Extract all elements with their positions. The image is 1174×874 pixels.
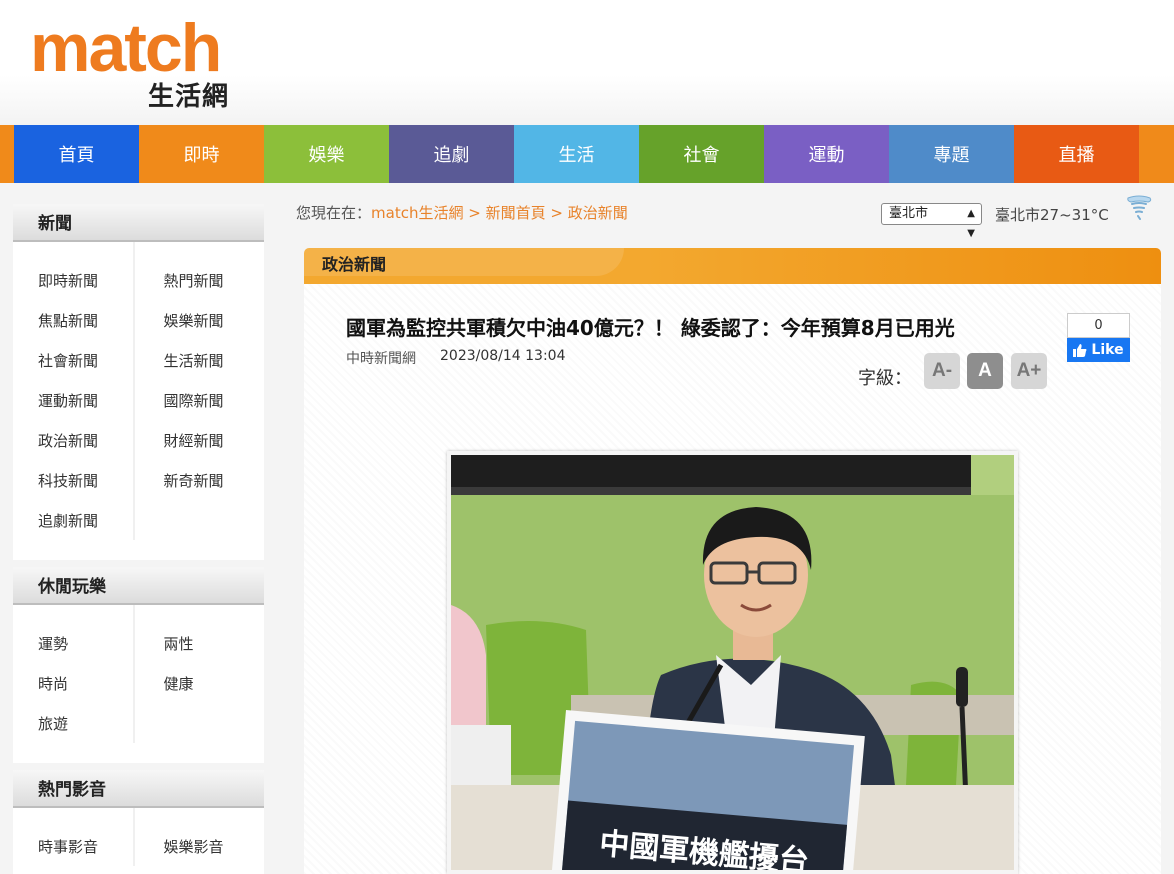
weather-text: 臺北市27~31°C bbox=[995, 206, 1109, 224]
nav-item-3[interactable]: 追劇 bbox=[389, 125, 514, 183]
city-select-value: 臺北市 bbox=[889, 206, 929, 221]
font-larger-button[interactable]: A+ bbox=[1011, 353, 1047, 389]
main-nav: 首頁 即時 娛樂 追劇 生活 社會 運動 專題 直播 bbox=[0, 125, 1174, 183]
font-size-label: 字級： bbox=[858, 368, 912, 389]
nav-item-2[interactable]: 娛樂 bbox=[264, 125, 389, 183]
breadcrumb-separator: > bbox=[463, 204, 486, 222]
article-date: 2023/08/14 13:04 bbox=[440, 348, 566, 364]
sidebar-link-leisure[interactable]: 兩性 bbox=[139, 633, 265, 654]
sidebar-link-leisure[interactable]: 健康 bbox=[139, 673, 265, 694]
nav-right-tail bbox=[1139, 125, 1174, 183]
sidebar-video: 熱門影音 時事影音 娛樂影音 bbox=[13, 770, 264, 874]
breadcrumb-news-home[interactable]: 新聞首頁 bbox=[486, 204, 546, 222]
sidebar-news: 新聞 即時新聞 熱門新聞 焦點新聞 娛樂新聞 社會新聞 生活新聞 運動新聞 國際新聞 政治新聞財… bbox=[13, 204, 264, 560]
site-header: match 生活網 bbox=[0, 0, 1174, 125]
fb-like-label: Like bbox=[1091, 342, 1124, 358]
breadcrumb: 您現在在：match生活網 > 新聞首頁 > 政治新聞 bbox=[296, 202, 628, 223]
sidebar-row: 時事影音 娛樂影音 bbox=[13, 826, 264, 866]
sidebar-video-title: 熱門影音 bbox=[13, 770, 264, 808]
site-logo[interactable]: match 生活網 bbox=[30, 12, 240, 112]
category-bar: 政治新聞 bbox=[304, 248, 1161, 284]
city-select[interactable]: 臺北市 ▲ ▼ bbox=[881, 203, 982, 239]
sidebar-row: 時尚 健康 bbox=[13, 663, 264, 703]
nav-item-1[interactable]: 即時 bbox=[139, 125, 264, 183]
thumbs-up-icon bbox=[1073, 344, 1087, 357]
nav-item-6[interactable]: 運動 bbox=[764, 125, 889, 183]
category-title: 政治新聞 bbox=[322, 255, 387, 274]
sidebar-link-news[interactable]: 社會新聞 bbox=[13, 350, 139, 371]
nav-item-8[interactable]: 直播 bbox=[1014, 125, 1139, 183]
cloud-wind-icon bbox=[1127, 195, 1152, 220]
nav-item-4[interactable]: 生活 bbox=[514, 125, 639, 183]
sidebar-link-news[interactable]: 即時新聞 bbox=[13, 270, 139, 291]
sidebar-link-news[interactable]: 焦點新聞 bbox=[13, 310, 139, 331]
breadcrumb-politics[interactable]: 政治新聞 bbox=[568, 204, 628, 222]
sidebar-link-news[interactable]: 運動新聞 bbox=[13, 390, 139, 411]
nav-item-5[interactable]: 社會 bbox=[639, 125, 764, 183]
sidebar-link-news[interactable]: 財經新聞 bbox=[139, 430, 265, 451]
sidebar-row: 追劇新聞 bbox=[13, 500, 264, 540]
font-normal-button[interactable]: A bbox=[967, 353, 1003, 389]
fb-like-count: 0 bbox=[1067, 313, 1130, 338]
sidebar-row: 旅遊 bbox=[13, 703, 264, 743]
fb-like-button[interactable]: Like bbox=[1067, 338, 1130, 362]
sidebar-leisure-links: 運勢 兩性 時尚 健康 旅遊 bbox=[13, 605, 264, 743]
sidebar-link-video[interactable]: 娛樂影音 bbox=[139, 836, 265, 857]
sidebar-link-news[interactable]: 熱門新聞 bbox=[139, 270, 265, 291]
breadcrumb-home[interactable]: match生活網 bbox=[371, 204, 463, 222]
logo-wordmark: match bbox=[30, 10, 222, 86]
breadcrumb-prefix: 您現在在： bbox=[296, 204, 372, 222]
sidebar-link-news[interactable]: 科技新聞 bbox=[13, 470, 139, 491]
sidebar-link-video[interactable]: 時事影音 bbox=[13, 836, 139, 857]
article-photo-illustration: 中國軍機艦擾台 bbox=[451, 455, 1014, 870]
sidebar-row: 社會新聞 生活新聞 bbox=[13, 340, 264, 380]
sidebar-row: 焦點新聞 娛樂新聞 bbox=[13, 300, 264, 340]
sidebar-row: 科技新聞 新奇新聞 bbox=[13, 460, 264, 500]
nav-item-7[interactable]: 專題 bbox=[889, 125, 1014, 183]
sidebar-link-leisure[interactable]: 運勢 bbox=[13, 633, 139, 654]
article-title: 國軍為監控共軍積欠中油40億元？！ 綠委認了：今年預算8月已用光 bbox=[346, 316, 955, 340]
sidebar-row: 即時新聞 熱門新聞 bbox=[13, 260, 264, 300]
sidebar-row: 政治新聞 財經新聞 bbox=[13, 420, 264, 460]
font-smaller-button[interactable]: A- bbox=[924, 353, 960, 389]
sidebar-link-news[interactable]: 生活新聞 bbox=[139, 350, 265, 371]
breadcrumb-separator: > bbox=[545, 204, 568, 222]
nav-item-0[interactable]: 首頁 bbox=[14, 125, 139, 183]
nav-left-cap bbox=[0, 125, 14, 183]
sidebar-leisure: 休閒玩樂 運勢 兩性 時尚 健康 旅遊 bbox=[13, 567, 264, 763]
sidebar-video-links: 時事影音 娛樂影音 bbox=[13, 808, 264, 866]
sidebar-row: 運勢 兩性 bbox=[13, 623, 264, 663]
article-photo: 中國軍機艦擾台 bbox=[447, 451, 1018, 874]
sidebar-row: 運動新聞 國際新聞 bbox=[13, 380, 264, 420]
logo-subtitle: 生活網 bbox=[148, 82, 230, 112]
sidebar-link-leisure[interactable]: 時尚 bbox=[13, 673, 139, 694]
article-source: 中時新聞網 bbox=[346, 351, 416, 367]
sidebar-link-news[interactable]: 政治新聞 bbox=[13, 430, 139, 451]
sidebar-link-news[interactable]: 新奇新聞 bbox=[139, 470, 265, 491]
sidebar-news-title: 新聞 bbox=[13, 204, 264, 242]
sidebar-link-leisure[interactable]: 旅遊 bbox=[13, 713, 139, 734]
sidebar-link-news[interactable]: 娛樂新聞 bbox=[139, 310, 265, 331]
sidebar-leisure-title: 休閒玩樂 bbox=[13, 567, 264, 605]
sidebar-news-links: 即時新聞 熱門新聞 焦點新聞 娛樂新聞 社會新聞 生活新聞 運動新聞 國際新聞 政治新聞 財經新聞… bbox=[13, 242, 264, 540]
select-arrow-icon: ▲ ▼ bbox=[967, 208, 975, 239]
sidebar-link-news[interactable]: 追劇新聞 bbox=[13, 510, 139, 531]
sidebar-link-news[interactable]: 國際新聞 bbox=[139, 390, 265, 411]
